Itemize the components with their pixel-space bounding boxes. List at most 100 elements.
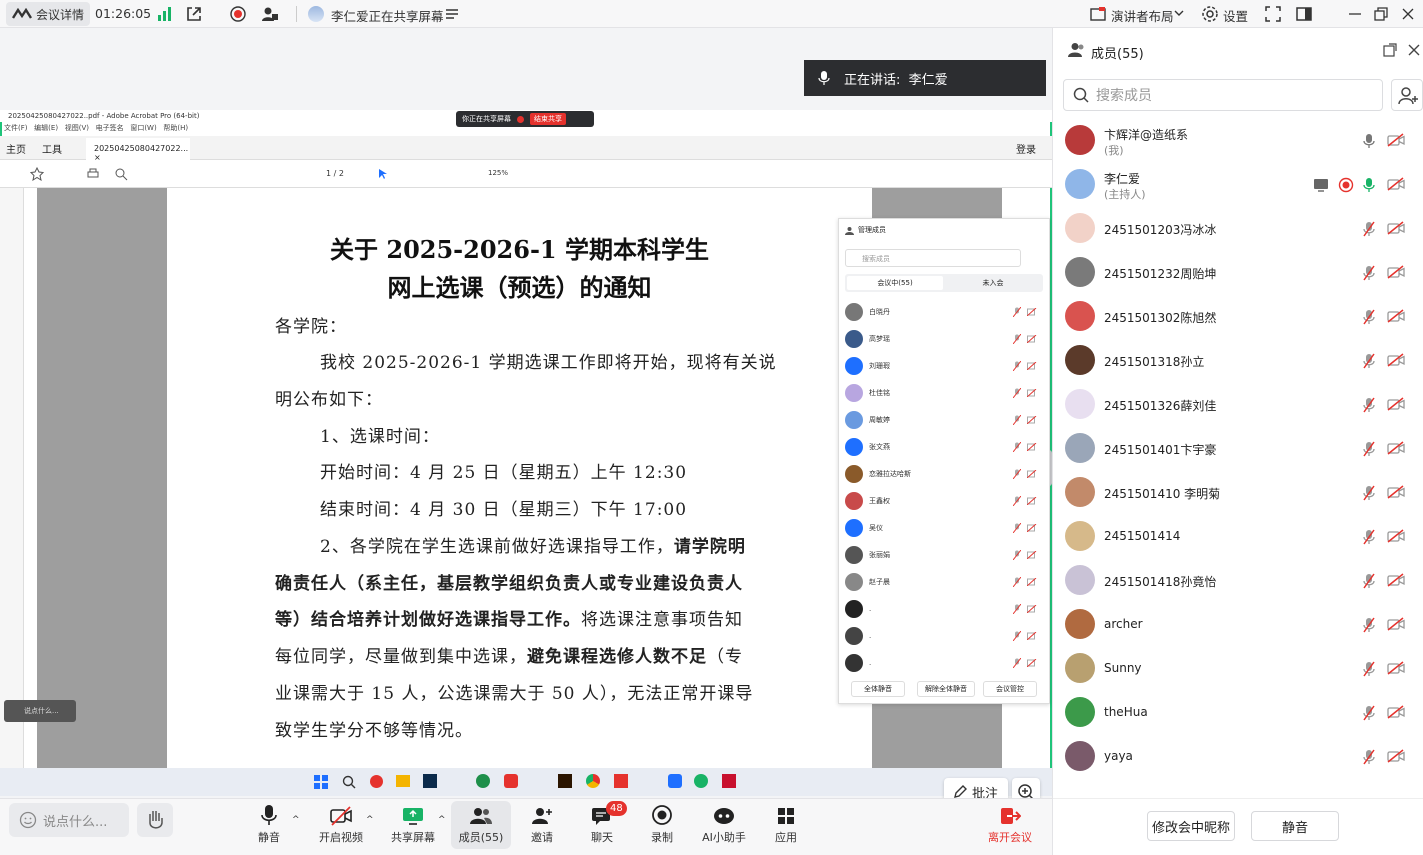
member-row[interactable]: 2451501418孙竟怡 bbox=[1053, 559, 1423, 603]
restore-icon[interactable] bbox=[1372, 5, 1390, 23]
mini-member-row[interactable]: 白晓丹 bbox=[845, 301, 1041, 323]
microphone-muted-icon[interactable] bbox=[1363, 221, 1375, 237]
page-indicator[interactable]: 1 / 2 bbox=[326, 169, 344, 178]
meeting-info-button[interactable]: 会议详情 bbox=[6, 2, 90, 26]
app-icon[interactable] bbox=[370, 775, 383, 788]
members-lock-icon[interactable] bbox=[261, 5, 279, 23]
camera-off-icon[interactable] bbox=[1387, 441, 1405, 455]
mini-search-input[interactable]: 搜索成员 bbox=[845, 249, 1021, 267]
recording-icon[interactable] bbox=[229, 5, 247, 23]
acrobat-icon[interactable] bbox=[722, 774, 736, 788]
tab-tools[interactable]: 工具 bbox=[42, 141, 62, 156]
video-options-chevron[interactable]: ^ bbox=[366, 815, 374, 825]
member-row[interactable]: 2451501318孙立 bbox=[1053, 339, 1423, 383]
microphone-muted-icon[interactable] bbox=[1363, 265, 1375, 281]
invite-button[interactable]: 邀请 bbox=[513, 801, 571, 849]
mute-all-button[interactable]: 静音 bbox=[1251, 811, 1339, 841]
zoom-out-icon[interactable] bbox=[114, 167, 128, 181]
close-icon[interactable] bbox=[1399, 5, 1417, 23]
camera-off-icon[interactable] bbox=[1387, 309, 1405, 323]
mini-unmute-all-button[interactable]: 解除全体静音 bbox=[917, 681, 975, 697]
sharing-menu-icon[interactable] bbox=[443, 5, 461, 23]
tab-file[interactable]: 20250425080427022... × bbox=[86, 138, 190, 162]
folder-icon[interactable] bbox=[396, 775, 410, 787]
app-icon[interactable] bbox=[476, 774, 490, 788]
member-row[interactable]: Sunny bbox=[1053, 647, 1423, 691]
microphone-muted-icon[interactable] bbox=[1363, 661, 1375, 677]
microphone-muted-icon[interactable] bbox=[1363, 397, 1375, 413]
mini-tab-not-joined[interactable]: 未入会 bbox=[945, 276, 1041, 290]
chrome-icon[interactable] bbox=[586, 774, 600, 788]
member-row[interactable]: archer bbox=[1053, 603, 1423, 647]
mini-member-row[interactable]: 恋雅拉达哈斯 bbox=[845, 463, 1041, 485]
member-row[interactable]: 2451501203冯冰冰 bbox=[1053, 207, 1423, 251]
invite-member-button[interactable] bbox=[1391, 79, 1423, 111]
layout-button[interactable]: 演讲者布局 bbox=[1111, 6, 1174, 25]
apps-button[interactable]: 应用 bbox=[757, 801, 815, 849]
camera-off-icon[interactable] bbox=[1387, 265, 1405, 279]
member-row[interactable]: 2451501414 bbox=[1053, 515, 1423, 559]
microphone-muted-icon[interactable] bbox=[1363, 485, 1375, 501]
sidebar-toggle-icon[interactable] bbox=[1295, 5, 1313, 23]
external-link-icon[interactable] bbox=[185, 5, 203, 23]
mini-member-row[interactable]: 赵子晨 bbox=[845, 571, 1041, 593]
camera-off-icon[interactable] bbox=[1387, 221, 1405, 235]
zoom-level[interactable]: 125% bbox=[488, 169, 508, 177]
wechat-icon[interactable] bbox=[694, 774, 708, 788]
print-icon[interactable] bbox=[86, 167, 100, 181]
camera-off-icon[interactable] bbox=[1387, 177, 1405, 191]
chat-hint-bubble[interactable]: 说点什么... bbox=[4, 700, 76, 722]
signal-strength-icon[interactable] bbox=[156, 5, 174, 23]
member-row[interactable]: 2451501302陈旭然 bbox=[1053, 295, 1423, 339]
member-row[interactable]: 2451501232周贻坤 bbox=[1053, 251, 1423, 295]
ai-assistant-button[interactable]: AI小助手 bbox=[693, 801, 755, 849]
login-button[interactable]: 登录 bbox=[1016, 141, 1036, 156]
camera-off-icon[interactable] bbox=[1387, 617, 1405, 631]
mini-member-row[interactable]: . bbox=[845, 625, 1041, 647]
mini-manage-button[interactable]: 会议管控 bbox=[983, 681, 1037, 697]
mini-member-row[interactable]: 吴仪 bbox=[845, 517, 1041, 539]
members-button[interactable]: 成员(55) bbox=[451, 801, 511, 849]
mini-member-row[interactable]: 王鑫权 bbox=[845, 490, 1041, 512]
mini-mute-all-button[interactable]: 全体静音 bbox=[851, 681, 905, 697]
meeting-app-icon[interactable] bbox=[668, 774, 682, 788]
microphone-muted-icon[interactable] bbox=[1363, 749, 1375, 765]
camera-off-icon[interactable] bbox=[1387, 573, 1405, 587]
member-search-input[interactable]: 搜索成员 bbox=[1063, 79, 1383, 111]
share-screen-button[interactable]: 共享屏幕 bbox=[384, 801, 442, 849]
select-cursor-icon[interactable] bbox=[378, 168, 388, 180]
camera-off-icon[interactable] bbox=[1387, 397, 1405, 411]
microphone-muted-icon[interactable] bbox=[1363, 309, 1375, 325]
close-icon[interactable] bbox=[1407, 43, 1421, 57]
leave-meeting-button[interactable]: 离开会议 bbox=[980, 801, 1040, 849]
member-row[interactable]: 2451501401卞宇豪 bbox=[1053, 427, 1423, 471]
microphone-on-icon[interactable] bbox=[1363, 177, 1375, 193]
microphone-muted-icon[interactable] bbox=[1363, 617, 1375, 633]
mini-member-row[interactable]: . bbox=[845, 598, 1041, 620]
mini-member-row[interactable]: 杜佳铭 bbox=[845, 382, 1041, 404]
gear-icon[interactable] bbox=[1201, 5, 1219, 23]
popout-icon[interactable] bbox=[1383, 43, 1397, 57]
chat-input[interactable]: 说点什么... bbox=[9, 803, 129, 837]
camera-off-icon[interactable] bbox=[1387, 705, 1405, 719]
share-options-chevron[interactable]: ^ bbox=[438, 815, 446, 825]
mini-member-row[interactable]: 周敏婷 bbox=[845, 409, 1041, 431]
camera-off-icon[interactable] bbox=[1387, 133, 1405, 147]
microphone-icon[interactable] bbox=[1363, 133, 1375, 149]
search-icon[interactable] bbox=[342, 775, 356, 789]
photoshop-icon[interactable] bbox=[423, 774, 437, 788]
camera-off-icon[interactable] bbox=[1387, 661, 1405, 675]
pdf-page[interactable]: 关于 2025-2026-1 学期本科学生 网上选课（预选）的通知 各学院： 我… bbox=[167, 188, 872, 770]
member-row[interactable]: 2451501326薛刘佳 bbox=[1053, 383, 1423, 427]
member-row[interactable]: 卞辉洋@造纸系 (我) bbox=[1053, 119, 1423, 163]
member-row[interactable]: theHua bbox=[1053, 691, 1423, 735]
microphone-muted-icon[interactable] bbox=[1363, 529, 1375, 545]
rename-button[interactable]: 修改会中昵称 bbox=[1147, 811, 1235, 841]
raise-hand-button[interactable] bbox=[137, 803, 173, 837]
mute-button[interactable]: 静音 bbox=[240, 801, 298, 849]
mini-member-row[interactable]: 刘珊瑕 bbox=[845, 355, 1041, 377]
fullscreen-icon[interactable] bbox=[1264, 5, 1282, 23]
layout-icon[interactable] bbox=[1089, 5, 1107, 23]
member-row[interactable]: 李仁爱 (主持人) bbox=[1053, 163, 1423, 207]
record-button[interactable]: 录制 bbox=[633, 801, 691, 849]
